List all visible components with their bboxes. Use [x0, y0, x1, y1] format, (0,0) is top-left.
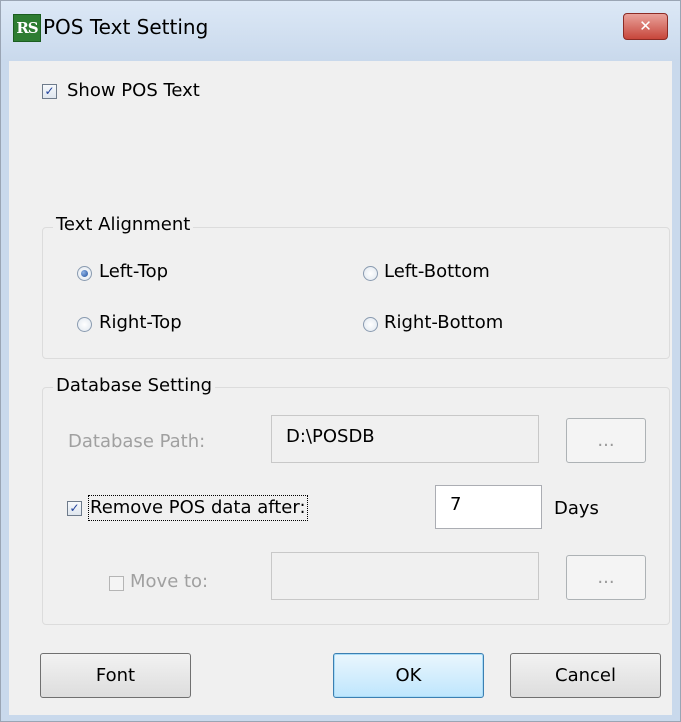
database-path-label: Database Path: [68, 431, 206, 452]
remove-pos-data-checkbox[interactable]: ✓ [67, 501, 82, 516]
show-pos-text-label[interactable]: Show POS Text [67, 80, 200, 102]
text-alignment-group [42, 227, 670, 359]
radio-left-top[interactable] [77, 266, 92, 281]
dialog-window: RS POS Text Setting ✕ ✓ Show POS Text Te… [0, 0, 681, 722]
dialog-body: ✓ Show POS Text Text Alignment Left-Top … [9, 61, 672, 715]
days-label: Days [554, 498, 599, 519]
database-path-field[interactable]: D:\POSDB [271, 415, 539, 463]
database-path-browse-button[interactable]: ... [566, 418, 646, 463]
radio-selected-dot-icon [81, 270, 88, 277]
radio-right-top[interactable] [77, 317, 92, 332]
app-logo-icon: RS [13, 14, 41, 42]
move-to-label[interactable]: Move to: [130, 571, 208, 593]
close-button[interactable]: ✕ [623, 13, 668, 40]
days-input[interactable]: 7 [435, 485, 542, 529]
move-to-browse-button[interactable]: ... [566, 555, 646, 600]
radio-left-bottom-label[interactable]: Left-Bottom [384, 261, 490, 283]
move-to-field[interactable] [271, 552, 539, 600]
font-button[interactable]: Font [40, 653, 191, 698]
window-title: POS Text Setting [43, 15, 209, 39]
radio-right-top-label[interactable]: Right-Top [99, 312, 182, 334]
title-bar[interactable]: RS POS Text Setting ✕ [1, 1, 680, 61]
radio-left-top-label[interactable]: Left-Top [99, 261, 168, 283]
radio-left-bottom[interactable] [363, 266, 378, 281]
database-setting-title: Database Setting [53, 375, 216, 397]
cancel-button[interactable]: Cancel [510, 653, 661, 698]
radio-right-bottom[interactable] [363, 317, 378, 332]
radio-right-bottom-label[interactable]: Right-Bottom [384, 312, 503, 334]
ok-button[interactable]: OK [333, 653, 484, 698]
move-to-checkbox[interactable] [109, 576, 124, 591]
remove-pos-data-label[interactable]: Remove POS data after: [88, 495, 308, 521]
text-alignment-title: Text Alignment [53, 214, 194, 236]
show-pos-text-checkbox[interactable]: ✓ [42, 84, 57, 99]
